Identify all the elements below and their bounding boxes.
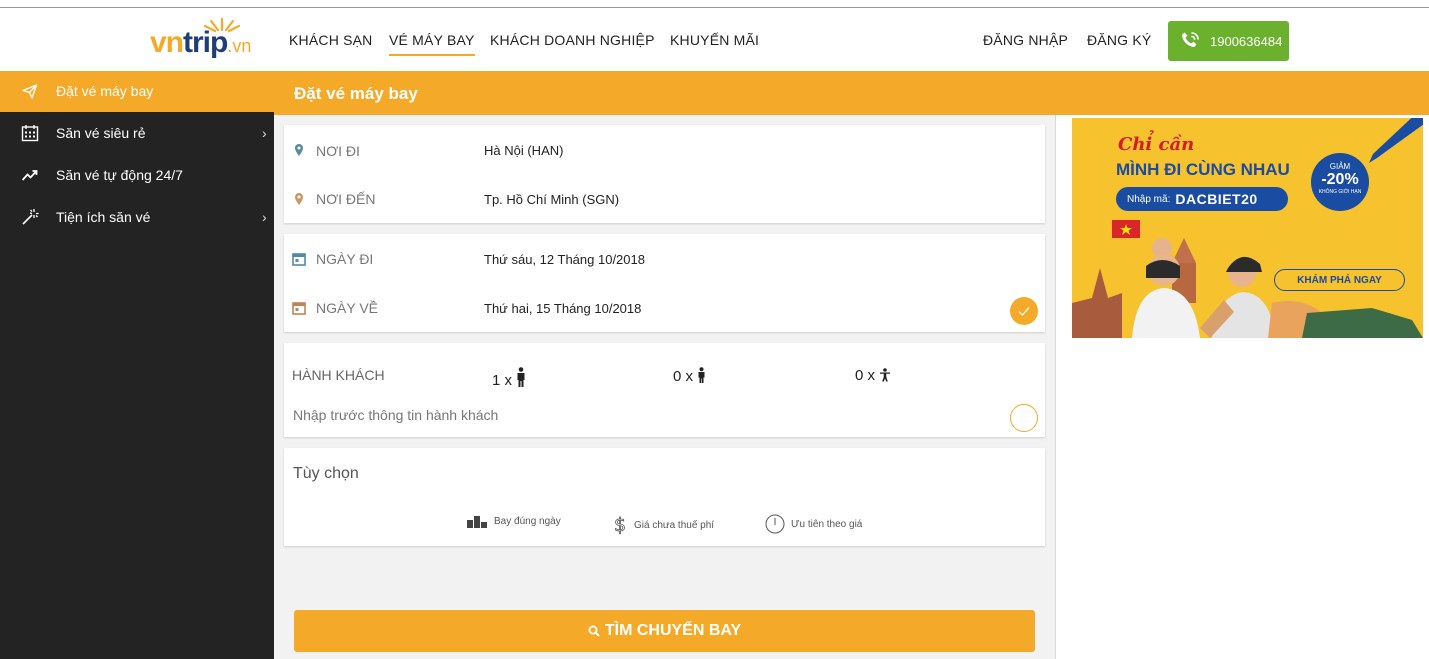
phone-icon [1182, 32, 1199, 47]
sidebar-item-label: Săn vé siêu rẻ [56, 125, 146, 141]
destination-label: NƠI ĐẾN [316, 191, 376, 207]
clock-icon [765, 514, 785, 534]
promo-banner[interactable]: Chỉ cần MÌNH ĐI CÙNG NHAU Nhập mã: DACBI… [1072, 118, 1423, 338]
option-label: Ưu tiên theo giá [791, 518, 863, 530]
checkmark-icon [1018, 307, 1030, 316]
search-button-label: TÌM CHUYẾN BAY [604, 622, 742, 639]
hotline-button[interactable]: 1900636484 [1168, 21, 1289, 61]
banner-code: DACBIET20 [1175, 191, 1258, 207]
nav-business[interactable]: KHÁCH DOANH NGHIỆP [490, 32, 655, 48]
chevron-right-icon: › [262, 125, 267, 141]
origin-label: NƠI ĐI [316, 143, 360, 159]
child-count[interactable]: 0 x [673, 367, 706, 385]
sidebar-item-label: Tiện ích săn vé [56, 209, 151, 225]
banner-discount-top: GIẢM [1329, 162, 1351, 171]
pen-icon [1369, 118, 1423, 163]
sidebar-item-book-flight[interactable]: Đặt vé máy bay [0, 71, 274, 112]
banner-cta-button[interactable]: KHÁM PHÁ NGAY [1274, 269, 1405, 291]
bar-chart-icon [467, 516, 487, 528]
logo-trip: trip [183, 26, 228, 59]
infant-icon [880, 368, 891, 382]
infant-count-value: 0 x [855, 367, 876, 384]
return-date-label: NGÀY VỀ [316, 300, 378, 316]
return-date-field[interactable]: Thứ hai, 15 Tháng 10/2018 [484, 301, 641, 316]
svg-text:$: $ [614, 514, 626, 536]
adult-icon [517, 367, 525, 387]
nav-promotions[interactable]: KHUYẾN MÃI [670, 32, 759, 48]
option-label: Bay đúng ngày [494, 515, 561, 527]
nav-hotels[interactable]: KHÁCH SẠN [289, 32, 372, 48]
prefill-passenger-checkbox[interactable] [1010, 404, 1038, 432]
return-toggle-checkbox[interactable] [1010, 297, 1038, 325]
child-icon [698, 367, 705, 383]
origin-field[interactable]: Hà Nội (HAN) [484, 143, 563, 158]
option-exact-date[interactable]: Bay đúng ngày [467, 514, 561, 528]
banner-code-prefix: Nhập mã: [1127, 193, 1171, 205]
dollar-icon: $ [614, 514, 627, 536]
search-icon [588, 625, 600, 637]
sidebar: Đặt vé máy bay Săn vé siêu rẻ › Săn vé t… [0, 71, 274, 659]
prefill-passenger-hint: Nhập trước thông tin hành khách [293, 407, 499, 423]
magic-wand-icon [22, 209, 39, 225]
adult-count-value: 1 x [492, 372, 513, 389]
logo-vn: vn [150, 26, 184, 59]
trend-up-icon [21, 170, 38, 181]
banner-discount-note: KHÔNG GIỚI HẠN [1318, 189, 1362, 195]
banner-discount-badge: GIẢM -20% KHÔNG GIỚI HẠN [1311, 153, 1369, 211]
hotline-number: 1900636484 [1210, 33, 1283, 49]
passengers-card: HÀNH KHÁCH 1 x 0 x 0 x Nhập trước thông … [284, 343, 1045, 437]
calendar-icon [292, 302, 306, 315]
header: vntrip.vn KHÁCH SẠN VÉ MÁY BAY KHÁCH DOA… [0, 8, 1429, 71]
calendar-icon [292, 253, 306, 266]
sidebar-item-cheap-tickets[interactable]: Săn vé siêu rẻ › [0, 113, 274, 154]
option-price-excl-tax[interactable]: $ Giá chưa thuế phí [613, 514, 714, 536]
search-flights-button[interactable]: TÌM CHUYẾN BAY [294, 610, 1035, 652]
destination-field[interactable]: Tp. Hồ Chí Minh (SGN) [484, 192, 619, 207]
flight-search-form: NƠI ĐI Hà Nội (HAN) NƠI ĐẾN Tp. Hồ Chí M… [274, 115, 1055, 659]
options-title: Tùy chọn [293, 465, 359, 482]
route-card: NƠI ĐI Hà Nội (HAN) NƠI ĐẾN Tp. Hồ Chí M… [284, 125, 1045, 223]
chevron-right-icon: › [262, 209, 267, 225]
banner-headline: MÌNH ĐI CÙNG NHAU [1116, 160, 1290, 179]
sidebar-item-auto-hunt[interactable]: Săn vé tự động 24/7 [0, 155, 274, 196]
column-divider [1055, 115, 1056, 659]
depart-date-label: NGÀY ĐI [316, 251, 374, 267]
depart-date-field[interactable]: Thứ sáu, 12 Tháng 10/2018 [484, 252, 645, 267]
sidebar-item-label: Săn vé tự động 24/7 [56, 167, 183, 183]
option-price-priority[interactable]: Ưu tiên theo giá [765, 514, 862, 534]
adult-count[interactable]: 1 x [492, 367, 526, 389]
vntrip-logo[interactable]: vntrip.vn [150, 17, 270, 62]
banner-script-text: Chỉ cần [1118, 134, 1195, 155]
sidebar-item-utilities[interactable]: Tiện ích săn vé › [0, 197, 274, 238]
location-pin-icon [295, 144, 303, 156]
location-pin-icon [295, 193, 303, 205]
sidebar-item-label: Đặt vé máy bay [56, 83, 154, 99]
nav-flights[interactable]: VÉ MÁY BAY [389, 32, 475, 56]
passengers-label: HÀNH KHÁCH [292, 367, 385, 383]
paper-plane-icon [22, 84, 38, 99]
options-card: Tùy chọn Bay đúng ngày $ Giá chưa thuế p… [284, 448, 1045, 546]
page-title-bar: Đặt vé máy bay [274, 71, 1429, 115]
child-count-value: 0 x [673, 368, 694, 385]
infant-count[interactable]: 0 x [855, 367, 891, 384]
dates-card: NGÀY ĐI Thứ sáu, 12 Tháng 10/2018 NGÀY V… [284, 234, 1045, 332]
logo-domain: .vn [227, 36, 252, 56]
calendar-icon [21, 125, 39, 142]
banner-discount-value: -20% [1321, 171, 1359, 188]
register-link[interactable]: ĐĂNG KÝ [1087, 32, 1151, 48]
option-label: Giá chưa thuế phí [634, 519, 715, 531]
login-link[interactable]: ĐĂNG NHẬP [983, 32, 1068, 48]
page-title: Đặt vé máy bay [294, 84, 418, 103]
